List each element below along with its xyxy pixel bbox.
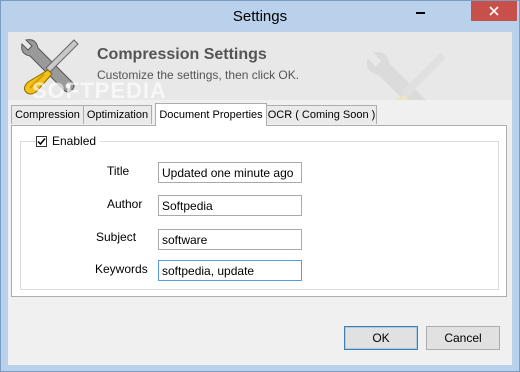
enabled-groupbox: Enabled Title Author Subject Keywords	[20, 133, 499, 290]
tools-watermark-icon	[366, 51, 446, 100]
keywords-label: Keywords	[95, 262, 148, 276]
dialog-header: SOFTPEDIA Compression Settings Customize…	[8, 32, 512, 100]
title-field[interactable]	[158, 162, 302, 183]
enabled-checkbox[interactable]	[36, 135, 47, 147]
tab-strip: Compression Optimization Document Proper…	[11, 103, 511, 126]
document-properties-panel: Enabled Title Author Subject Keywords	[11, 125, 507, 297]
settings-window: Settings SOFTPEDIA Compression Settings …	[0, 0, 520, 372]
title-bar[interactable]: Settings	[1, 1, 519, 32]
keywords-field[interactable]	[158, 260, 302, 281]
cancel-button[interactable]: Cancel	[426, 326, 500, 350]
header-title: Compression Settings	[97, 46, 267, 63]
enabled-checkbox-row[interactable]: Enabled	[36, 133, 101, 149]
subject-label: Subject	[96, 230, 137, 244]
tab-compression[interactable]: Compression	[11, 105, 84, 124]
tab-ocr[interactable]: OCR ( Coming Soon )	[266, 105, 377, 124]
minimize-button[interactable]	[406, 1, 434, 21]
close-icon	[489, 6, 499, 16]
header-subtitle: Customize the settings, then click OK.	[97, 68, 300, 82]
ok-button[interactable]: OK	[344, 326, 418, 350]
close-button[interactable]	[471, 1, 517, 21]
title-label: Title	[107, 164, 130, 178]
author-field[interactable]	[158, 195, 302, 216]
dialog-client: SOFTPEDIA Compression Settings Customize…	[8, 32, 512, 365]
minimize-icon	[415, 12, 425, 14]
tab-document-properties[interactable]: Document Properties	[155, 103, 267, 126]
enabled-label: Enabled	[52, 134, 97, 148]
window-title: Settings	[232, 8, 288, 25]
tab-optimization[interactable]: Optimization	[83, 105, 152, 124]
subject-field[interactable]	[158, 229, 302, 250]
checkmark-icon	[37, 137, 46, 145]
author-label: Author	[107, 197, 143, 211]
